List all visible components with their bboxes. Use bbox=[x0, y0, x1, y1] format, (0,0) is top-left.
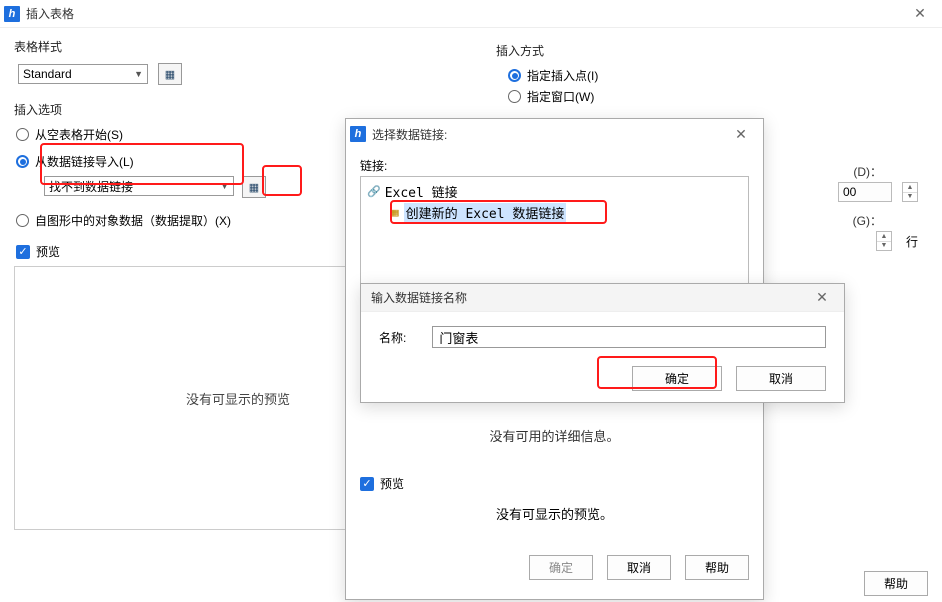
spinner-down-icon[interactable]: ▼ bbox=[877, 242, 891, 251]
opt-empty-label: 从空表格开始(S) bbox=[35, 126, 123, 143]
name-input-wrapper bbox=[432, 326, 826, 348]
dlg2-titlebar: h 选择数据链接: ✕ bbox=[346, 119, 763, 147]
dlg2-help-button[interactable]: 帮助 bbox=[685, 555, 749, 580]
insert-method-heading: 插入方式 bbox=[496, 42, 928, 59]
param-d-input[interactable] bbox=[838, 182, 892, 202]
excel-link-icon: 🔗 bbox=[367, 185, 381, 198]
app-logo-icon: h bbox=[350, 126, 366, 142]
chevron-down-icon: ▼ bbox=[220, 181, 229, 191]
dlg1-footer: 帮助 bbox=[864, 571, 928, 596]
preview-label: 预览 bbox=[36, 243, 60, 260]
tree-create-new-excel-link[interactable]: ▦ 创建新的 Excel 数据链接 bbox=[367, 202, 742, 223]
spinner-up-icon[interactable]: ▲ bbox=[877, 232, 891, 242]
param-g-spinner[interactable]: ▲ ▼ bbox=[876, 231, 892, 251]
close-icon[interactable]: ✕ bbox=[723, 120, 759, 148]
dlg1-titlebar: h 插入表格 ✕ bbox=[0, 0, 942, 28]
radio-icon bbox=[16, 128, 29, 141]
link-name-input[interactable] bbox=[433, 327, 825, 347]
spinner-up-icon[interactable]: ▲ bbox=[903, 183, 917, 193]
table-style-value: Standard bbox=[23, 67, 72, 81]
datalink-value: 找不到数据链接 bbox=[49, 178, 133, 195]
param-d-spinner[interactable]: ▲ ▼ bbox=[902, 182, 918, 202]
table-style-preview-button[interactable]: ▦ bbox=[158, 63, 182, 85]
param-g-label: (G)： bbox=[853, 212, 882, 229]
chevron-down-icon: ▼ bbox=[134, 69, 143, 79]
unit-row-text: 行 bbox=[906, 233, 918, 250]
spinner-down-icon[interactable]: ▼ bbox=[903, 193, 917, 202]
checkbox-checked-icon: ✓ bbox=[16, 245, 30, 259]
checkbox-checked-icon: ✓ bbox=[360, 477, 374, 491]
close-icon[interactable]: ✕ bbox=[902, 0, 938, 28]
dlg3-cancel-button[interactable]: 取消 bbox=[736, 366, 826, 391]
opt-extract-label: 自图形中的对象数据（数据提取）(X) bbox=[35, 212, 231, 229]
app-logo-icon: h bbox=[4, 6, 20, 22]
dlg2-cancel-button[interactable]: 取消 bbox=[607, 555, 671, 580]
datalink-select[interactable]: 找不到数据链接 ▼ bbox=[44, 176, 234, 196]
radio-checked-icon bbox=[508, 69, 521, 82]
dlg3-titlebar: 输入数据链接名称 ✕ bbox=[361, 284, 844, 312]
dlg2-preview-label: 预览 bbox=[380, 475, 404, 492]
datalink-launch-button[interactable]: ▦ bbox=[242, 176, 266, 198]
opt-window-label: 指定窗口(W) bbox=[527, 88, 594, 105]
table-style-heading: 表格样式 bbox=[14, 38, 464, 55]
grid-icon: ▦ bbox=[165, 68, 175, 81]
enter-link-name-dialog: 输入数据链接名称 ✕ 名称: 确定 取消 bbox=[360, 283, 845, 403]
radio-checked-icon bbox=[16, 155, 29, 168]
dlg3-title: 输入数据链接名称 bbox=[365, 289, 804, 306]
datalink-tree[interactable]: 🔗 Excel 链接 ▦ 创建新的 Excel 数据链接 bbox=[360, 176, 749, 286]
name-label: 名称: bbox=[379, 329, 406, 346]
dlg2-preview-empty: 没有可显示的预览。 bbox=[360, 504, 749, 523]
dlg2-footer: 确定 取消 帮助 bbox=[346, 555, 763, 590]
insert-options-heading: 插入选项 bbox=[14, 101, 464, 118]
opt-point-label: 指定插入点(I) bbox=[527, 67, 598, 84]
help-button[interactable]: 帮助 bbox=[864, 571, 928, 596]
sheet-new-icon: ▦ bbox=[391, 206, 400, 219]
link-label: 链接: bbox=[360, 157, 749, 174]
preview-empty-text: 没有可显示的预览 bbox=[186, 389, 290, 408]
table-style-select[interactable]: Standard ▼ bbox=[18, 64, 148, 84]
opt-insert-point[interactable]: 指定插入点(I) bbox=[508, 67, 926, 84]
tree-root-label: Excel 链接 bbox=[385, 182, 458, 201]
tree-item-label: 创建新的 Excel 数据链接 bbox=[404, 203, 567, 222]
dlg2-ok-button[interactable]: 确定 bbox=[529, 555, 593, 580]
table-icon: ▦ bbox=[249, 181, 259, 194]
dlg2-title: 选择数据链接: bbox=[372, 126, 723, 143]
radio-icon bbox=[16, 214, 29, 227]
dlg3-body: 名称: bbox=[361, 312, 844, 362]
dlg3-footer: 确定 取消 bbox=[361, 362, 844, 401]
param-d-label: (D)： bbox=[853, 163, 882, 180]
dlg1-title: 插入表格 bbox=[26, 5, 902, 22]
opt-link-label: 从数据链接导入(L) bbox=[35, 153, 134, 170]
no-details-text: 没有可用的详细信息。 bbox=[360, 426, 749, 445]
close-icon[interactable]: ✕ bbox=[804, 284, 840, 312]
dlg3-ok-button[interactable]: 确定 bbox=[632, 366, 722, 391]
radio-icon bbox=[508, 90, 521, 103]
opt-insert-window[interactable]: 指定窗口(W) bbox=[508, 88, 926, 105]
dlg2-preview-toggle[interactable]: ✓ 预览 bbox=[360, 475, 747, 492]
tree-root-excel[interactable]: 🔗 Excel 链接 bbox=[367, 181, 742, 202]
